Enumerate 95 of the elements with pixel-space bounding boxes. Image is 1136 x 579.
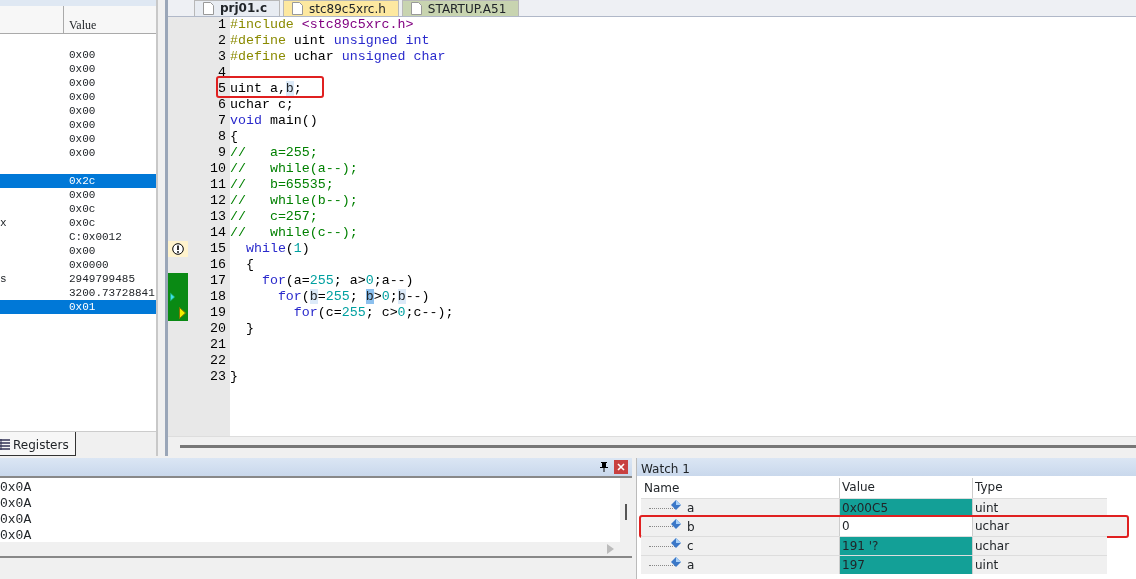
register-row[interactable]: C:0x0012 [0,230,156,244]
file-icon [292,2,303,15]
register-row[interactable]: 0x0000 [0,258,156,272]
close-icon[interactable] [614,460,628,475]
file-tab[interactable]: prj01.c [194,0,280,16]
value-cell[interactable]: 197 [839,556,972,575]
variable-name: a [687,500,695,518]
code-line: // while(b--); [230,193,358,208]
code-line: for(a=255; a>0;a--) [260,273,414,288]
line-number: 13 [209,209,227,225]
line-number: 16 [209,257,227,273]
line-number: 1 [217,17,227,33]
line-number: 12 [209,193,227,209]
value-cell[interactable]: 0 [839,517,972,537]
code-line: #include <stc89c5xrc.h> [230,17,414,32]
register-row[interactable]: s 2949799485 [0,272,156,286]
line-number: 10 [209,161,227,177]
code-line: // b=65535; [230,177,334,192]
pin-icon[interactable] [600,462,608,473]
file-icon [410,2,422,15]
line-number: 8 [217,129,227,145]
file-tab[interactable]: stc89c5xrc.h [283,0,399,16]
file-tab[interactable]: STARTUP.A51 [401,0,520,16]
register-row[interactable]: 0x00 [0,132,156,146]
code-line: // while(a--); [230,161,358,176]
register-row[interactable]: 0x00 [0,48,156,62]
code-line: // a=255; [230,145,318,160]
variable-icon [671,557,681,568]
watch-row[interactable]: a 197 uint [641,555,1107,575]
panel-title: Watch 1 [637,458,1136,477]
line-number: 3 [217,49,227,65]
line-number: 5 [217,81,227,97]
line-number: 23 [209,369,227,385]
variable-name: a [687,557,695,575]
line-number: 22 [209,353,227,369]
code-line: { [230,129,238,144]
line-number: 19 [209,305,227,321]
register-row[interactable]: 0x00 [0,104,156,118]
register-row[interactable]: 0x01 [0,300,156,314]
line-number: 20 [209,321,227,337]
output-line: 0x0A [0,496,33,513]
watch-row[interactable]: b 0 uchar [639,515,1129,539]
output-line: 0x0A [0,480,33,497]
code-line: uchar c; [230,97,294,112]
code-line: for(c=255; c>0;c--); [292,305,454,320]
column-header: Name [643,480,681,498]
code-line: } [230,369,238,384]
type-cell: uint [972,556,1107,575]
code-line: // c=257; [230,209,318,224]
code-line: #define uint unsigned int [230,33,430,48]
register-row[interactable]: 0x2c [0,174,156,188]
code-line: for(b=255; b>0;b--) [276,289,430,304]
register-row[interactable]: 0x00 [0,76,156,90]
register-row[interactable]: x 0x0c [0,216,156,230]
variable-icon [671,500,681,511]
scrollbar-thumb[interactable] [625,504,627,521]
variable-icon [671,538,681,549]
variable-name: b [687,518,695,536]
file-icon [203,2,214,15]
register-row[interactable]: 0x00 [0,62,156,76]
line-number: 11 [209,177,227,193]
output-line: 0x0A [0,528,33,545]
line-number: 2 [217,33,227,49]
scrollbar[interactable] [180,445,1136,449]
line-number: 4 [217,65,227,81]
variable-name: c [687,538,694,556]
line-number: 7 [217,113,227,129]
line-number: 15 [209,241,227,257]
list-icon [0,439,10,451]
variable-icon [671,518,681,529]
registers-tab[interactable]: Registers [0,432,76,457]
code-line: { [244,257,254,272]
register-row[interactable]: 3200.73728841 [0,286,156,300]
line-number: 18 [209,289,227,305]
code-line: // while(c--); [230,225,358,240]
value-cell[interactable]: 191 '? [839,537,972,556]
code-line: } [244,321,254,336]
line-number: 17 [209,273,227,289]
line-number: 6 [217,97,227,113]
code-line: uint a,b; [230,81,302,96]
register-row[interactable]: 0x0c [0,202,156,216]
code-line: void main() [230,113,318,128]
register-row[interactable]: 0x00 [0,244,156,258]
code-line: #define uchar unsigned char [230,49,446,64]
register-row[interactable]: 0x00 [0,118,156,132]
output-line: 0x0A [0,512,33,529]
watch-row[interactable]: c 191 '? uchar [641,536,1107,556]
code-line: while(1) [244,241,310,256]
register-row[interactable]: 0x00 [0,188,156,202]
column-header: Value [68,17,97,33]
line-number: 14 [209,225,227,241]
line-number: 21 [209,337,227,353]
line-number: 9 [217,145,227,161]
register-row[interactable]: 0x00 [0,90,156,104]
register-row[interactable]: 0x00 [0,146,156,160]
